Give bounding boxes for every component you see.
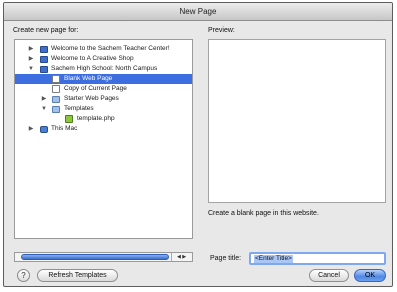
preview-label: Preview:	[208, 27, 235, 34]
window-title: New Page	[4, 3, 392, 21]
tree-item-this-mac[interactable]: ▶ This Mac	[15, 124, 192, 134]
tree-item-label: Templates	[64, 105, 94, 112]
scrollbar-thumb[interactable]	[21, 254, 169, 260]
php-file-icon	[65, 115, 73, 123]
tree-item-label: Welcome to A Creative Shop	[51, 55, 134, 62]
tree-horizontal-scrollbar[interactable]: ◀ ▶	[14, 252, 193, 262]
tree-item-label: Copy of Current Page	[64, 85, 127, 92]
help-button[interactable]: ?	[17, 269, 30, 282]
preview-pane	[208, 39, 386, 203]
page-title-label: Page title:	[210, 255, 242, 262]
folder-icon	[52, 96, 60, 103]
site-globe-icon	[40, 66, 48, 73]
copy-page-icon	[52, 85, 60, 93]
ok-button[interactable]: OK	[354, 269, 386, 282]
tree-item-copy-of-current-page[interactable]: Copy of Current Page	[15, 84, 192, 94]
site-globe-icon	[40, 46, 48, 53]
tree-item-label: Starter Web Pages	[64, 95, 119, 102]
tree-item-blank-web-page[interactable]: Blank Web Page	[15, 74, 192, 84]
disclosure-triangle-icon[interactable]: ▶	[27, 44, 35, 54]
disclosure-triangle-icon[interactable]: ▶	[40, 94, 48, 104]
tree-item-label: This Mac	[51, 125, 78, 132]
site-globe-icon	[40, 56, 48, 63]
disclosure-triangle-icon[interactable]: ▼	[40, 104, 48, 114]
disclosure-triangle-icon[interactable]: ▶	[27, 124, 35, 134]
create-for-label: Create new page for:	[13, 27, 79, 34]
tree-item-label: Blank Web Page	[64, 75, 113, 82]
tree-item-sachem-teacher-center[interactable]: ▶ Welcome to the Sachem Teacher Center!	[15, 44, 192, 54]
folder-icon	[52, 106, 60, 113]
disclosure-triangle-icon[interactable]: ▼	[27, 64, 35, 74]
disclosure-triangle-icon[interactable]: ▶	[27, 54, 35, 64]
tree-item-template-php[interactable]: template.php	[15, 114, 192, 124]
refresh-templates-button[interactable]: Refresh Templates	[37, 269, 118, 282]
tree-item-templates[interactable]: ▼ Templates	[15, 104, 192, 114]
tree-item-label: Welcome to the Sachem Teacher Center!	[51, 45, 170, 52]
tree-item-label: Sachem High School: North Campus	[51, 65, 158, 72]
tree-item-sachem-high-school[interactable]: ▼ Sachem High School: North Campus	[15, 64, 192, 74]
site-tree[interactable]: ▶ Welcome to the Sachem Teacher Center! …	[14, 39, 193, 239]
page-title-value[interactable]: <Enter Title>	[254, 255, 293, 263]
scroll-arrows-icon[interactable]: ◀ ▶	[171, 253, 191, 261]
cancel-button[interactable]: Cancel	[309, 269, 349, 282]
page-title-input[interactable]: <Enter Title>	[249, 252, 386, 265]
blank-page-icon	[52, 75, 60, 83]
new-page-dialog: New Page Create new page for: ▶ Welcome …	[3, 2, 393, 287]
tree-item-label: template.php	[77, 115, 115, 122]
tree-item-creative-shop[interactable]: ▶ Welcome to A Creative Shop	[15, 54, 192, 64]
preview-description: Create a blank page in this website.	[208, 210, 319, 217]
tree-item-starter-web-pages[interactable]: ▶ Starter Web Pages	[15, 94, 192, 104]
computer-icon	[40, 126, 48, 133]
